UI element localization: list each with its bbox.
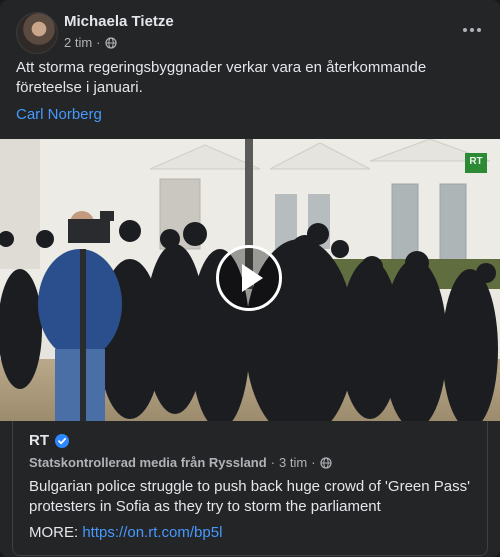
source-name-row: RT bbox=[29, 432, 69, 449]
author-name[interactable]: Michaela Tietze bbox=[64, 13, 174, 30]
globe-icon bbox=[104, 36, 117, 49]
avatar[interactable] bbox=[16, 12, 58, 54]
globe-icon bbox=[319, 456, 332, 469]
post-meta: 2 tim · bbox=[64, 35, 117, 50]
post-header: Michaela Tietze 2 tim · bbox=[16, 12, 488, 54]
shared-post-text: Bulgarian police struggle to push back h… bbox=[29, 478, 470, 515]
meta-separator: · bbox=[311, 455, 316, 470]
facebook-post: Michaela Tietze 2 tim · Att storma reger… bbox=[0, 0, 500, 557]
rt-logo: RT bbox=[469, 156, 483, 167]
more-label: MORE: bbox=[29, 524, 83, 541]
play-icon[interactable] bbox=[216, 245, 282, 311]
video-player[interactable]: RT bbox=[0, 139, 500, 421]
source-meta: Statskontrollerad media från Ryssland · … bbox=[29, 455, 332, 470]
state-media-label[interactable]: Statskontrollerad media från Ryssland bbox=[29, 455, 267, 470]
post-time[interactable]: 2 tim bbox=[64, 35, 92, 50]
article-link[interactable]: https://on.rt.com/bp5l bbox=[82, 524, 222, 541]
shared-post-card[interactable]: RT Statskontrollerad media från Ryssland… bbox=[12, 421, 488, 556]
tagged-person-link[interactable]: Carl Norberg bbox=[16, 106, 102, 123]
meta-separator: · bbox=[270, 455, 276, 470]
more-options-icon[interactable] bbox=[456, 18, 488, 42]
more-row: MORE: https://on.rt.com/bp5l bbox=[29, 524, 222, 541]
source-name[interactable]: RT bbox=[29, 432, 49, 449]
verified-badge-icon bbox=[55, 433, 69, 448]
meta-separator: · bbox=[96, 35, 101, 50]
source-time[interactable]: 3 tim bbox=[279, 455, 307, 470]
post-text: Att storma regeringsbyggnader verkar var… bbox=[16, 59, 427, 96]
